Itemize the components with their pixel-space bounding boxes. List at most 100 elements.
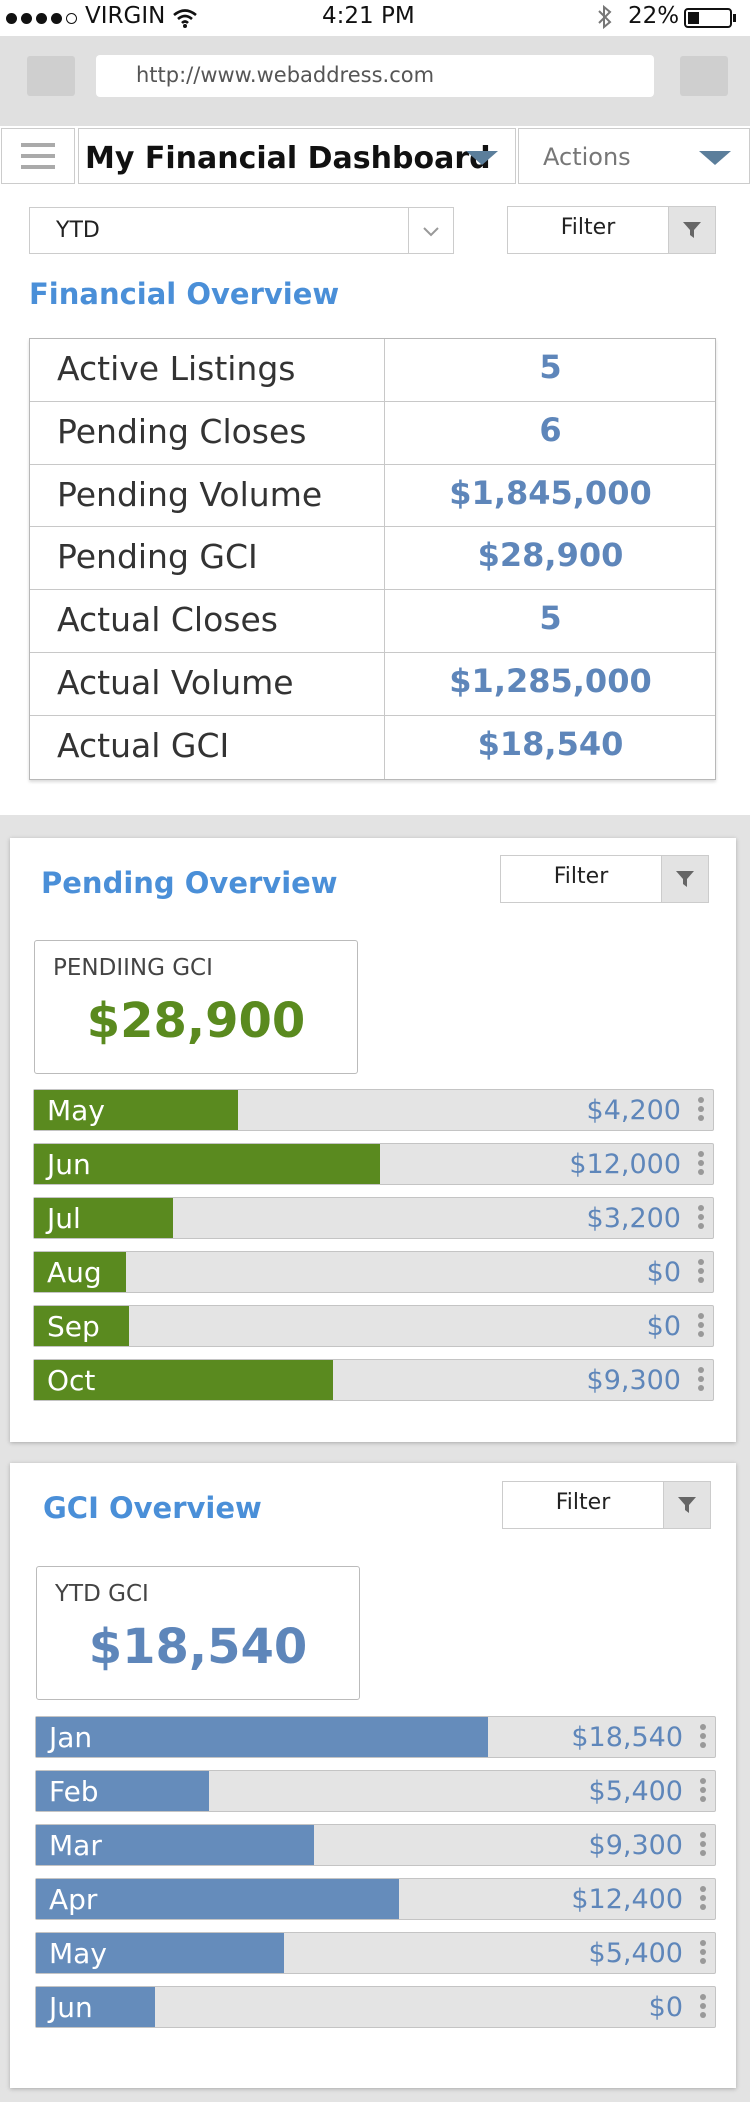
browser-back-button[interactable]	[27, 56, 75, 96]
kebab-menu-icon[interactable]	[698, 1367, 704, 1394]
wifi-icon	[173, 9, 197, 28]
bar-amount: $0	[648, 1992, 683, 2023]
kebab-menu-icon[interactable]	[700, 1778, 706, 1805]
actions-label: Actions	[543, 143, 631, 171]
month-bar[interactable]: Apr $12,400	[35, 1878, 716, 1920]
url-text: http://www.webaddress.com	[136, 63, 435, 87]
table-row: Pending Volume $1,845,000	[30, 464, 715, 528]
gci-overview-card: GCI Overview Filter YTD GCI $18,540 Jan …	[10, 1463, 736, 2088]
month-bar[interactable]: Sep $0	[33, 1305, 714, 1347]
card-title: Pending Overview	[41, 866, 338, 900]
month-bar[interactable]: Jan $18,540	[35, 1716, 716, 1758]
bar-month: Apr	[49, 1883, 98, 1916]
month-bar[interactable]: Feb $5,400	[35, 1770, 716, 1812]
browser-toolbar: http://www.webaddress.com	[0, 36, 750, 126]
kebab-menu-icon[interactable]	[700, 1940, 706, 1967]
select-chevron	[408, 208, 453, 253]
page-title: My Financial Dashboard	[85, 141, 491, 176]
month-bar[interactable]: May $5,400	[35, 1932, 716, 1974]
bar-amount: $4,200	[586, 1095, 681, 1126]
kebab-menu-icon[interactable]	[700, 1994, 706, 2021]
filter-icon-button[interactable]	[661, 856, 708, 902]
kebab-menu-icon[interactable]	[698, 1205, 704, 1232]
row-label: Actual Closes	[57, 600, 278, 640]
browser-menu-button[interactable]	[680, 56, 728, 96]
table-row: Actual Volume $1,285,000	[30, 652, 715, 716]
row-label: Active Listings	[57, 349, 296, 388]
row-label: Pending Closes	[57, 411, 307, 451]
kpi-label: YTD GCI	[55, 1581, 149, 1607]
kebab-menu-icon[interactable]	[698, 1151, 704, 1178]
funnel-icon	[683, 222, 701, 238]
section-title: Financial Overview	[29, 277, 340, 311]
bar-amount: $12,000	[569, 1149, 681, 1180]
filter-icon-button[interactable]	[663, 1482, 710, 1528]
app-header: My Financial Dashboard Actions	[0, 126, 750, 189]
row-value: 6	[539, 410, 562, 449]
table-row: Pending Closes 6	[30, 401, 715, 465]
bar-month: Feb	[49, 1775, 99, 1808]
kebab-menu-icon[interactable]	[700, 1886, 706, 1913]
chevron-down-icon	[466, 151, 498, 165]
row-value: 5	[539, 348, 562, 386]
table-row: Actual Closes 5	[30, 590, 715, 653]
table-row: Actual GCI $18,540	[30, 715, 715, 779]
kebab-menu-icon[interactable]	[698, 1259, 704, 1286]
row-label: Pending GCI	[57, 537, 258, 577]
kebab-menu-icon[interactable]	[700, 1832, 706, 1859]
month-bar[interactable]: Jul $3,200	[33, 1197, 714, 1239]
hamburger-menu-button[interactable]	[1, 128, 75, 184]
month-bar[interactable]: Aug $0	[33, 1251, 714, 1293]
bar-amount: $3,200	[586, 1203, 681, 1234]
carrier-name: VIRGIN	[85, 3, 166, 29]
table-row: Active Listings 5	[30, 339, 715, 402]
bar-month: May	[47, 1094, 105, 1127]
pending-bar-list: May $4,200 Jun $12,000 Jul $3,200 Aug $0…	[33, 1089, 714, 1413]
bar-month: Mar	[49, 1829, 102, 1862]
battery-icon	[684, 8, 736, 28]
kebab-menu-icon[interactable]	[698, 1097, 704, 1124]
period-select[interactable]: YTD	[29, 207, 454, 254]
row-value: 5	[539, 599, 562, 638]
address-bar[interactable]: http://www.webaddress.com	[96, 55, 654, 97]
chevron-down-icon	[423, 227, 439, 237]
month-bar[interactable]: Jun $12,000	[33, 1143, 714, 1185]
overview-table: Active Listings 5 Pending Closes 6 Pendi…	[29, 338, 716, 780]
month-bar[interactable]: Oct $9,300	[33, 1359, 714, 1401]
bar-month: Jul	[47, 1202, 81, 1235]
bar-amount: $18,540	[571, 1722, 683, 1753]
pending-filter-button[interactable]: Filter	[500, 855, 709, 903]
row-value: $1,845,000	[449, 473, 652, 512]
bar-amount: $5,400	[588, 1938, 683, 1969]
bar-amount: $9,300	[588, 1830, 683, 1861]
pending-overview-card: Pending Overview Filter PENDIING GCI $28…	[10, 838, 736, 1442]
kebab-menu-icon[interactable]	[698, 1313, 704, 1340]
month-bar[interactable]: Jun $0	[35, 1986, 716, 2028]
bar-month: Oct	[47, 1364, 96, 1397]
month-bar[interactable]: May $4,200	[33, 1089, 714, 1131]
filter-icon-button[interactable]	[668, 207, 715, 253]
bar-amount: $0	[646, 1311, 681, 1342]
bar-month: Jun	[49, 1991, 93, 2024]
dashboard-selector[interactable]: My Financial Dashboard	[78, 128, 516, 184]
status-bar: VIRGIN 4:21 PM 22%	[0, 0, 750, 36]
row-label: Actual GCI	[57, 725, 230, 765]
filter-label: Filter	[555, 1490, 611, 1515]
kpi-value: $28,900	[86, 993, 306, 1049]
row-value: $28,900	[477, 536, 624, 575]
funnel-icon	[678, 1497, 696, 1513]
bar-month: Jun	[47, 1148, 91, 1181]
chevron-down-icon	[699, 151, 731, 165]
bar-month: Jan	[49, 1721, 93, 1754]
row-value: $18,540	[477, 724, 624, 763]
gci-filter-button[interactable]: Filter	[502, 1481, 711, 1529]
overview-filter-button[interactable]: Filter	[507, 206, 716, 254]
kebab-menu-icon[interactable]	[700, 1724, 706, 1751]
battery-percent: 22%	[628, 3, 680, 29]
kpi-label: PENDIING GCI	[53, 955, 213, 981]
bar-month: May	[49, 1937, 107, 1970]
table-row: Pending GCI $28,900	[30, 527, 715, 591]
month-bar[interactable]: Mar $9,300	[35, 1824, 716, 1866]
actions-dropdown[interactable]: Actions	[518, 128, 750, 184]
bar-amount: $12,400	[571, 1884, 683, 1915]
